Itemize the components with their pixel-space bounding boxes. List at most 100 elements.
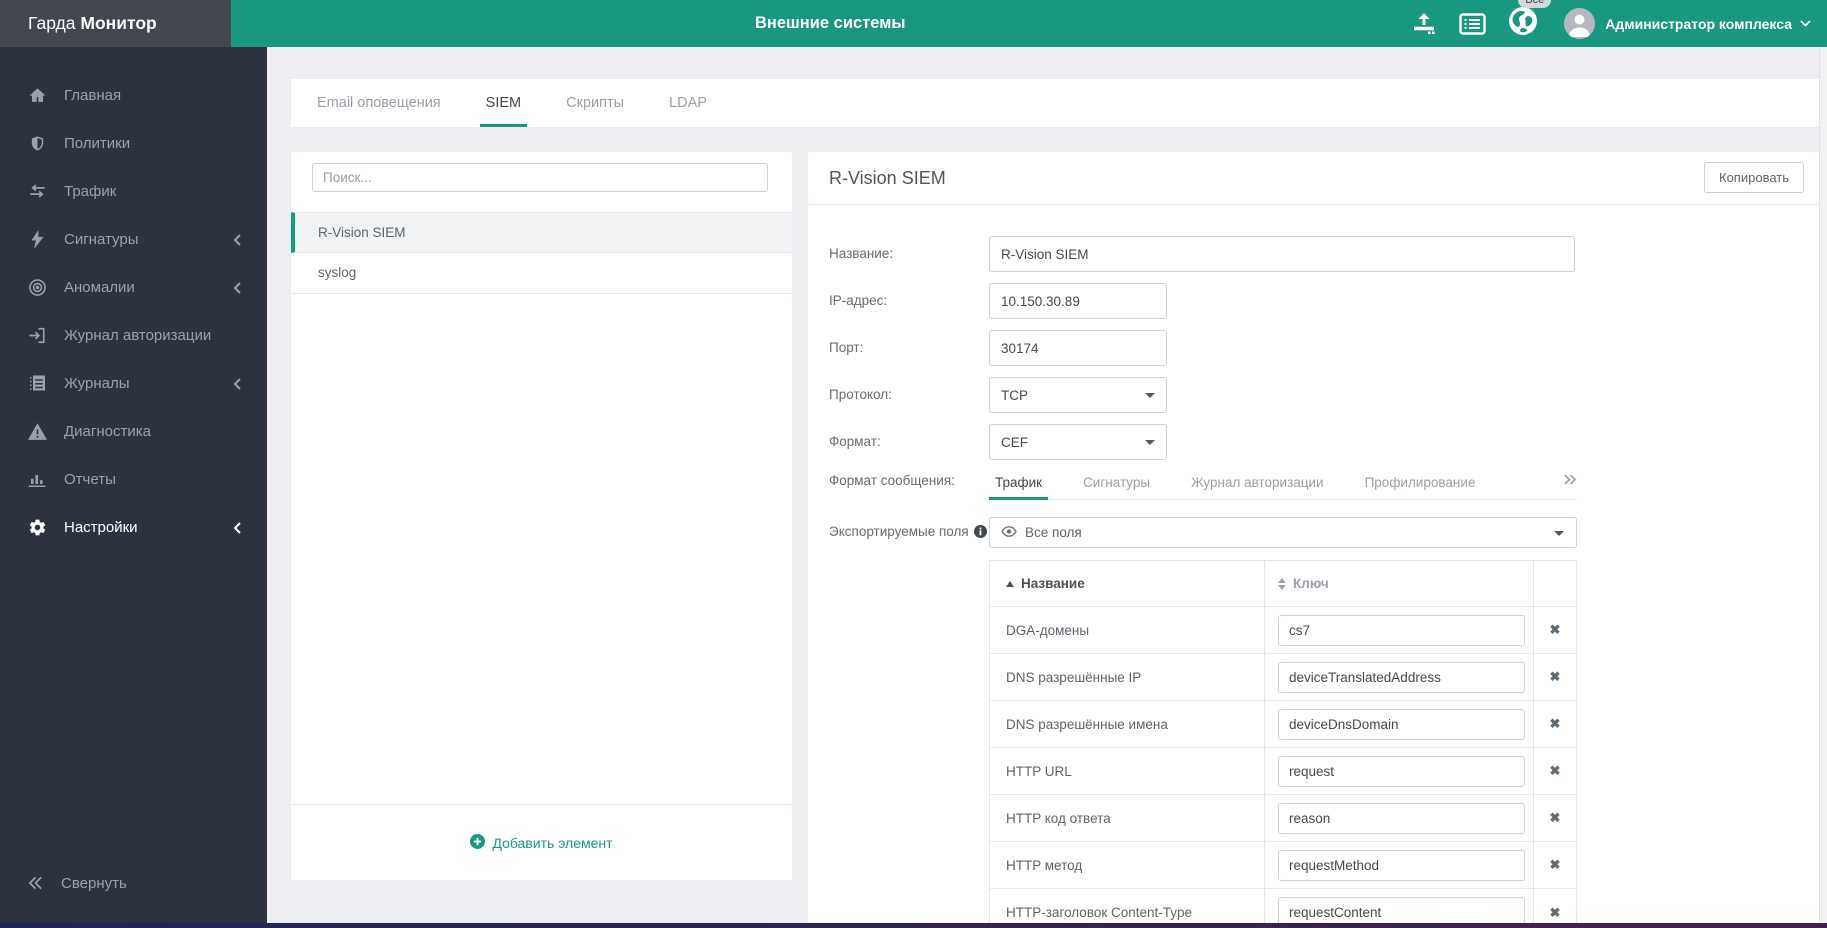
globe-badge: Все <box>1518 0 1552 8</box>
table-row: HTTP URL ✖ <box>990 748 1576 795</box>
sidebar-item-policies[interactable]: Политики <box>0 119 267 167</box>
divider <box>808 204 1819 205</box>
key-input[interactable] <box>1278 661 1525 693</box>
port-field[interactable] <box>989 330 1167 366</box>
caret-down-icon <box>1145 393 1155 398</box>
sidebar-item-anomalies[interactable]: Аномалии <box>0 263 267 311</box>
field-name: HTTP URL <box>990 748 1265 794</box>
column-header-actions <box>1534 561 1576 606</box>
tab-label: Email оповещения <box>317 95 441 111</box>
table-row: HTTP метод ✖ <box>990 842 1576 889</box>
report-list-icon[interactable] <box>1459 12 1486 35</box>
column-header-name[interactable]: Название <box>990 561 1265 606</box>
table-row: HTTP код ответа ✖ <box>990 795 1576 842</box>
chevron-left-icon <box>233 233 241 250</box>
key-input[interactable] <box>1278 755 1525 787</box>
sidebar-item-traffic[interactable]: Трафик <box>0 167 267 215</box>
sidebar-item-reports[interactable]: Отчеты <box>0 455 267 503</box>
page-scrollbar[interactable] <box>1819 47 1827 923</box>
sidebar-item-signatures[interactable]: Сигнатуры <box>0 215 267 263</box>
globe-filter[interactable]: Все <box>1508 0 1552 41</box>
field-name: DGA-домены <box>990 607 1265 653</box>
sidebar-item-diagnostics[interactable]: Диагностика <box>0 407 267 455</box>
sidebar-item-label: Аномалии <box>64 278 135 296</box>
caret-down-icon <box>1554 531 1564 536</box>
mf-tab-label: Сигнатуры <box>1083 474 1151 490</box>
tab-scripts[interactable]: Скрипты <box>560 79 630 127</box>
message-format-tabs: Трафик Сигнатуры Журнал авторизации Проф… <box>989 465 1577 500</box>
mf-tab-label: Журнал авторизации <box>1191 474 1324 490</box>
user-menu[interactable]: Администратор комплекса <box>1605 16 1792 32</box>
avatar[interactable] <box>1564 8 1596 39</box>
sidebar: Гарда Монитор Главная Политики Трафик Си… <box>0 0 267 928</box>
warning-icon <box>26 422 48 440</box>
collapse-label: Свернуть <box>61 874 127 892</box>
chevron-down-icon[interactable] <box>1800 20 1811 27</box>
key-input[interactable] <box>1278 849 1525 881</box>
traffic-arrows-icon <box>26 183 48 199</box>
export-fields-select[interactable]: Все поля <box>989 517 1577 548</box>
add-element-button[interactable]: Добавить элемент <box>470 833 613 852</box>
double-chevron-left-icon <box>28 876 43 890</box>
section-tabs: Email оповещения SIEM Скрипты LDAP <box>291 79 1819 127</box>
tab-siem[interactable]: SIEM <box>479 79 528 127</box>
search-input[interactable] <box>312 163 768 192</box>
mf-tab-signatures[interactable]: Сигнатуры <box>1077 465 1156 499</box>
list-item-rvision-siem[interactable]: R-Vision SIEM <box>291 212 792 253</box>
sidebar-item-auth-journal[interactable]: Журнал авторизации <box>0 311 267 359</box>
field-name: DNS разрешённые имена <box>990 701 1265 747</box>
tab-email-notifications[interactable]: Email оповещения <box>311 79 447 127</box>
mf-tab-traffic[interactable]: Трафик <box>989 465 1049 500</box>
list-item-label: R-Vision SIEM <box>318 225 406 240</box>
add-element-label: Добавить элемент <box>492 834 613 851</box>
delete-row-icon[interactable]: ✖ <box>1550 669 1561 685</box>
list-item-syslog[interactable]: syslog <box>291 253 792 294</box>
delete-row-icon[interactable]: ✖ <box>1550 857 1561 873</box>
format-select[interactable]: CEF <box>989 424 1167 460</box>
delete-row-icon[interactable]: ✖ <box>1550 763 1561 779</box>
mf-tab-auth-journal[interactable]: Журнал авторизации <box>1185 465 1330 499</box>
list-footer: Добавить элемент <box>291 804 792 880</box>
export-fields-label-text: Экспортируемые поля <box>829 524 969 539</box>
sidebar-item-home[interactable]: Главная <box>0 71 267 119</box>
sidebar-item-journals[interactable]: Журналы <box>0 359 267 407</box>
name-field[interactable] <box>989 236 1575 272</box>
sidebar-item-label: Трафик <box>64 182 117 200</box>
key-input[interactable] <box>1278 614 1525 646</box>
delete-row-icon[interactable]: ✖ <box>1550 905 1561 921</box>
export-fields-value: Все поля <box>1025 525 1082 540</box>
plus-circle-icon <box>470 833 486 852</box>
login-icon <box>26 327 48 344</box>
chevron-left-icon <box>233 281 241 298</box>
ip-field[interactable] <box>989 283 1167 319</box>
journal-icon <box>26 374 48 392</box>
topbar: Внешние системы Все Администратор компле… <box>231 0 1827 47</box>
key-input[interactable] <box>1278 708 1525 740</box>
detail-title: R-Vision SIEM <box>829 168 946 188</box>
tabs-scroll-right-icon[interactable] <box>1563 473 1577 491</box>
siem-list-panel: R-Vision SIEM syslog Добавить элемент <box>291 152 792 880</box>
app-root: Гарда Монитор Главная Политики Трафик Си… <box>0 0 1827 928</box>
delete-row-icon[interactable]: ✖ <box>1550 716 1561 732</box>
format-value: CEF <box>1001 434 1028 450</box>
sidebar-item-label: Настройки <box>64 518 138 536</box>
mf-tab-profiling[interactable]: Профилирование <box>1359 465 1482 499</box>
protocol-select[interactable]: TCP <box>989 377 1167 413</box>
key-input[interactable] <box>1278 897 1525 923</box>
key-input[interactable] <box>1278 802 1525 834</box>
delete-row-icon[interactable]: ✖ <box>1550 810 1561 826</box>
delete-row-icon[interactable]: ✖ <box>1550 622 1561 638</box>
page-title: Внешние системы <box>755 14 906 32</box>
field-name: HTTP метод <box>990 842 1265 888</box>
tab-label: LDAP <box>669 95 707 111</box>
sidebar-item-settings[interactable]: Настройки <box>0 503 267 551</box>
brand-suffix: Монитор <box>80 13 157 33</box>
column-header-key[interactable]: Ключ <box>1265 561 1534 606</box>
export-fields-label: Экспортируемые поля <box>829 524 987 539</box>
info-icon[interactable] <box>973 525 987 538</box>
upload-icon[interactable] <box>1411 12 1437 36</box>
field-name: DNS разрешённые IP <box>990 654 1265 700</box>
sidebar-collapse-button[interactable]: Свернуть <box>0 863 267 903</box>
copy-button[interactable]: Копировать <box>1704 162 1804 193</box>
tab-ldap[interactable]: LDAP <box>663 79 713 127</box>
